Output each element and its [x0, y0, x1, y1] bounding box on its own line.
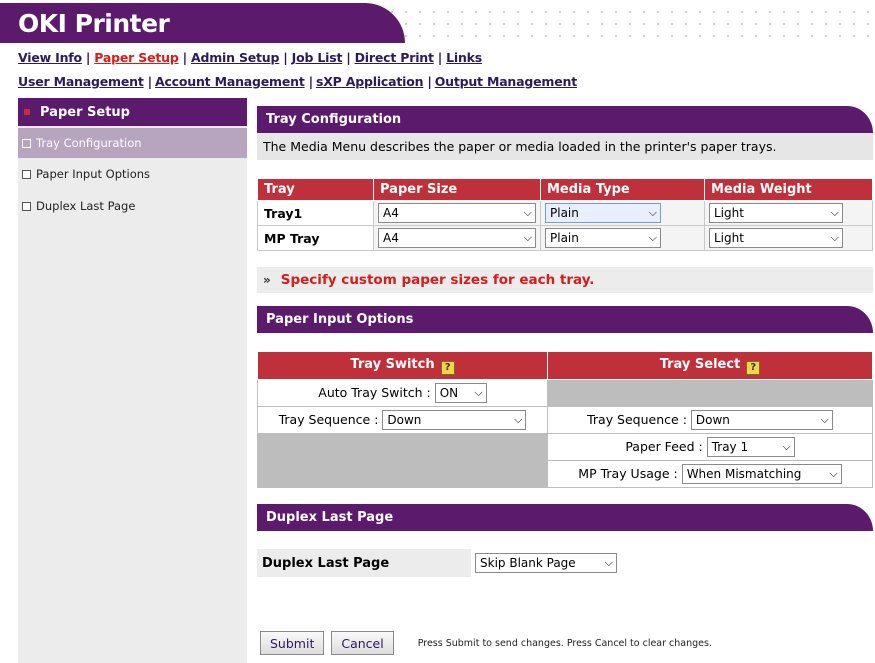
chevron-down-icon: ⌵ [782, 440, 791, 453]
nav-direct-print[interactable]: Direct Print [355, 50, 434, 65]
sidebar-title: Paper Setup [18, 98, 247, 126]
paper-feed-select[interactable]: Tray 1 ⌵ [706, 437, 795, 457]
custom-paper-size-row: » Specify custom paper sizes for each tr… [257, 267, 873, 293]
bullet-icon [24, 109, 30, 115]
sidebar-item-paper-input-options[interactable]: Paper Input Options [18, 158, 247, 190]
square-bullet-icon [22, 169, 31, 179]
submit-button[interactable]: Submit [260, 631, 325, 655]
nav-paper-setup[interactable]: Paper Setup [94, 50, 179, 65]
nav-links[interactable]: Links [446, 50, 482, 65]
section-header-tray-configuration: Tray Configuration [257, 106, 873, 133]
empty-cell [257, 433, 548, 461]
tray-name: MP Tray [257, 225, 374, 251]
col-header-tray: Tray [257, 178, 374, 201]
chevron-down-icon: ⌵ [820, 413, 829, 426]
help-book-icon[interactable]: ? [746, 360, 761, 375]
nav-view-info[interactable]: View Info [18, 50, 82, 65]
select-tray-sequence-label: Tray Sequence : [587, 412, 687, 427]
sidebar-title-label: Paper Setup [40, 104, 130, 120]
mp-tray-usage-cell: MP Tray Usage : When Mismatching ⌵ [547, 460, 873, 488]
col-header-media-weight: Media Weight [704, 178, 873, 201]
table-header-row: Tray Paper Size Media Type Media Weight [257, 178, 873, 201]
chevron-down-icon: ⌵ [830, 231, 839, 244]
table-row: Tray1 A4 ⌵ Plain ⌵ Light ⌵ [257, 200, 873, 226]
app-title: OKI Printer [18, 9, 170, 38]
duplex-last-page-label: Duplex Last Page [262, 555, 390, 571]
media-type-select[interactable]: Plain ⌵ [545, 228, 661, 248]
sidebar-item-tray-configuration[interactable]: Tray Configuration [18, 128, 247, 158]
select-tray-sequence-cell: Tray Sequence : Down ⌵ [547, 406, 873, 434]
chevron-down-icon: ⌵ [648, 231, 657, 244]
tray-name: Tray1 [257, 200, 374, 226]
square-bullet-icon [22, 138, 31, 148]
sidebar: Paper Setup Tray Configuration Paper Inp… [18, 98, 247, 663]
duplex-last-page-select[interactable]: Skip Blank Page ⌵ [475, 553, 617, 573]
select-tray-sequence-select[interactable]: Down ⌵ [690, 410, 833, 430]
sidebar-item-label: Paper Input Options [36, 167, 151, 181]
paper-feed-label: Paper Feed : [625, 439, 703, 454]
mp-tray-usage-label: MP Tray Usage : [578, 466, 678, 481]
chevron-down-icon: ⌵ [523, 231, 532, 244]
chevron-down-icon: ⌵ [829, 467, 838, 480]
col-header-media-type: Media Type [540, 178, 705, 201]
tray-select-header: Tray Select? [547, 351, 873, 380]
nav-account-management[interactable]: Account Management [155, 74, 305, 89]
form-hint: Press Submit to send changes. Press Canc… [417, 637, 712, 649]
top-nav-primary: View Info | Paper Setup | Admin Setup | Job Li… [18, 50, 483, 65]
switch-tray-sequence-select[interactable]: Down ⌵ [382, 410, 527, 430]
paper-size-select[interactable]: A4 ⌵ [378, 228, 536, 248]
mp-tray-usage-select[interactable]: When Mismatching ⌵ [681, 464, 842, 484]
square-bullet-icon [22, 201, 31, 211]
paper-input-table: Tray Switch? Tray Select? Auto Tray Swit… [257, 351, 873, 488]
chevron-down-icon: ⌵ [514, 413, 523, 426]
paper-size-select[interactable]: A4 ⌵ [378, 203, 536, 223]
duplex-last-page-row: Duplex Last Page Skip Blank Page ⌵ [257, 549, 873, 577]
sidebar-item-label: Tray Configuration [36, 136, 142, 150]
chevron-down-icon: ⌵ [474, 386, 483, 399]
nav-user-management[interactable]: User Management [18, 74, 144, 89]
nav-job-list[interactable]: Job List [292, 50, 343, 65]
main-content: Tray Configuration The Media Menu descri… [257, 106, 873, 577]
sidebar-item-duplex-last-page[interactable]: Duplex Last Page [18, 190, 247, 222]
chevron-down-icon: ⌵ [830, 206, 839, 219]
auto-tray-switch-cell: Auto Tray Switch : ON ⌵ [257, 379, 548, 407]
media-weight-select[interactable]: Light ⌵ [709, 203, 843, 223]
sidebar-item-label: Duplex Last Page [36, 199, 136, 213]
empty-cell [257, 460, 548, 488]
media-weight-select[interactable]: Light ⌵ [709, 228, 843, 248]
tray-switch-header: Tray Switch? [257, 351, 548, 380]
chevron-down-icon: ⌵ [523, 206, 532, 219]
help-book-icon[interactable]: ? [440, 360, 455, 375]
section-header-duplex-last-page: Duplex Last Page [257, 504, 873, 531]
nav-admin-setup[interactable]: Admin Setup [191, 50, 279, 65]
custom-paper-size-link[interactable]: Specify custom paper sizes for each tray… [281, 272, 595, 288]
header-dot-pattern [385, 6, 875, 46]
tray-table: Tray Paper Size Media Type Media Weight … [257, 178, 873, 251]
nav-sxp-application[interactable]: sXP Application [316, 74, 424, 89]
switch-tray-sequence-cell: Tray Sequence : Down ⌵ [257, 406, 548, 434]
auto-tray-switch-label: Auto Tray Switch : [318, 385, 431, 400]
chevron-down-icon: ⌵ [604, 556, 613, 569]
form-actions: Submit Cancel Press Submit to send chang… [260, 631, 712, 655]
switch-tray-sequence-label: Tray Sequence : [278, 412, 379, 427]
empty-cell [547, 379, 873, 407]
top-nav-secondary: User Management | Account Management | sXP A… [18, 74, 577, 89]
tray-configuration-description: The Media Menu describes the paper or me… [257, 133, 873, 160]
cancel-button[interactable]: Cancel [331, 631, 394, 655]
double-chevron-right-icon: » [263, 273, 271, 287]
media-type-select[interactable]: Plain ⌵ [545, 203, 661, 223]
col-header-paper-size: Paper Size [373, 178, 541, 201]
paper-feed-cell: Paper Feed : Tray 1 ⌵ [547, 433, 873, 461]
auto-tray-switch-select[interactable]: ON ⌵ [434, 383, 487, 403]
nav-output-management[interactable]: Output Management [435, 74, 577, 89]
table-row: MP Tray A4 ⌵ Plain ⌵ Light ⌵ [257, 225, 873, 251]
section-header-paper-input-options: Paper Input Options [257, 306, 873, 333]
chevron-down-icon: ⌵ [648, 206, 657, 219]
